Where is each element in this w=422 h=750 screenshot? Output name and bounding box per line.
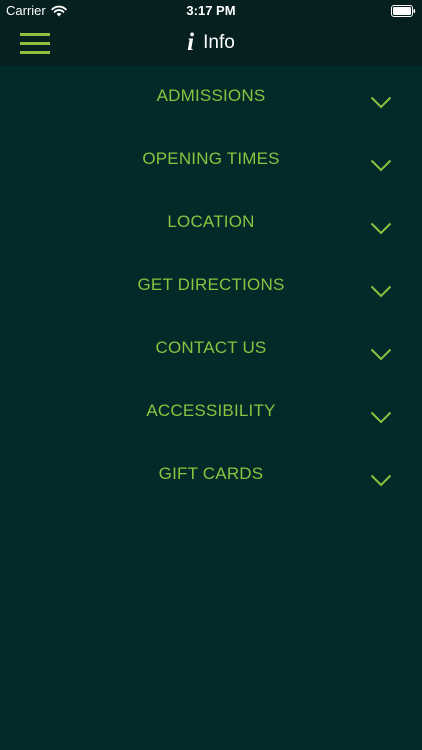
section-admissions[interactable]: ADMISSIONS bbox=[0, 66, 422, 129]
section-label: GET DIRECTIONS bbox=[137, 275, 285, 294]
section-label: CONTACT US bbox=[155, 338, 267, 357]
section-label: LOCATION bbox=[167, 212, 255, 231]
navigation-bar: i Info bbox=[0, 22, 422, 66]
section-label: GIFT CARDS bbox=[158, 464, 264, 483]
clock: 3:17 PM bbox=[186, 3, 236, 18]
chevron-down-icon bbox=[370, 474, 392, 487]
section-accessibility[interactable]: ACCESSIBILITY bbox=[0, 381, 422, 444]
section-label: OPENING TIMES bbox=[142, 149, 280, 168]
chevron-down-icon bbox=[370, 411, 392, 424]
section-contact-us[interactable]: CONTACT US bbox=[0, 318, 422, 381]
section-gift-cards[interactable]: GIFT CARDS bbox=[0, 444, 422, 507]
section-label: ACCESSIBILITY bbox=[146, 401, 276, 420]
section-location[interactable]: LOCATION bbox=[0, 192, 422, 255]
page-title-text: Info bbox=[203, 32, 235, 53]
chevron-down-icon bbox=[370, 348, 392, 361]
page-title: i Info bbox=[0, 30, 422, 55]
status-bar: Carrier 3:17 PM bbox=[0, 0, 422, 22]
section-label: ADMISSIONS bbox=[156, 86, 266, 105]
chevron-down-icon bbox=[370, 159, 392, 172]
info-sections-list: ADMISSIONS OPENING TIMES LOCATION GET DI… bbox=[0, 66, 422, 507]
section-get-directions[interactable]: GET DIRECTIONS bbox=[0, 255, 422, 318]
chevron-down-icon bbox=[370, 285, 392, 298]
battery-icon bbox=[391, 5, 416, 17]
section-opening-times[interactable]: OPENING TIMES bbox=[0, 129, 422, 192]
chevron-down-icon bbox=[370, 222, 392, 235]
info-icon: i bbox=[187, 29, 195, 56]
header: Carrier 3:17 PM i Info bbox=[0, 0, 422, 66]
chevron-down-icon bbox=[370, 96, 392, 109]
